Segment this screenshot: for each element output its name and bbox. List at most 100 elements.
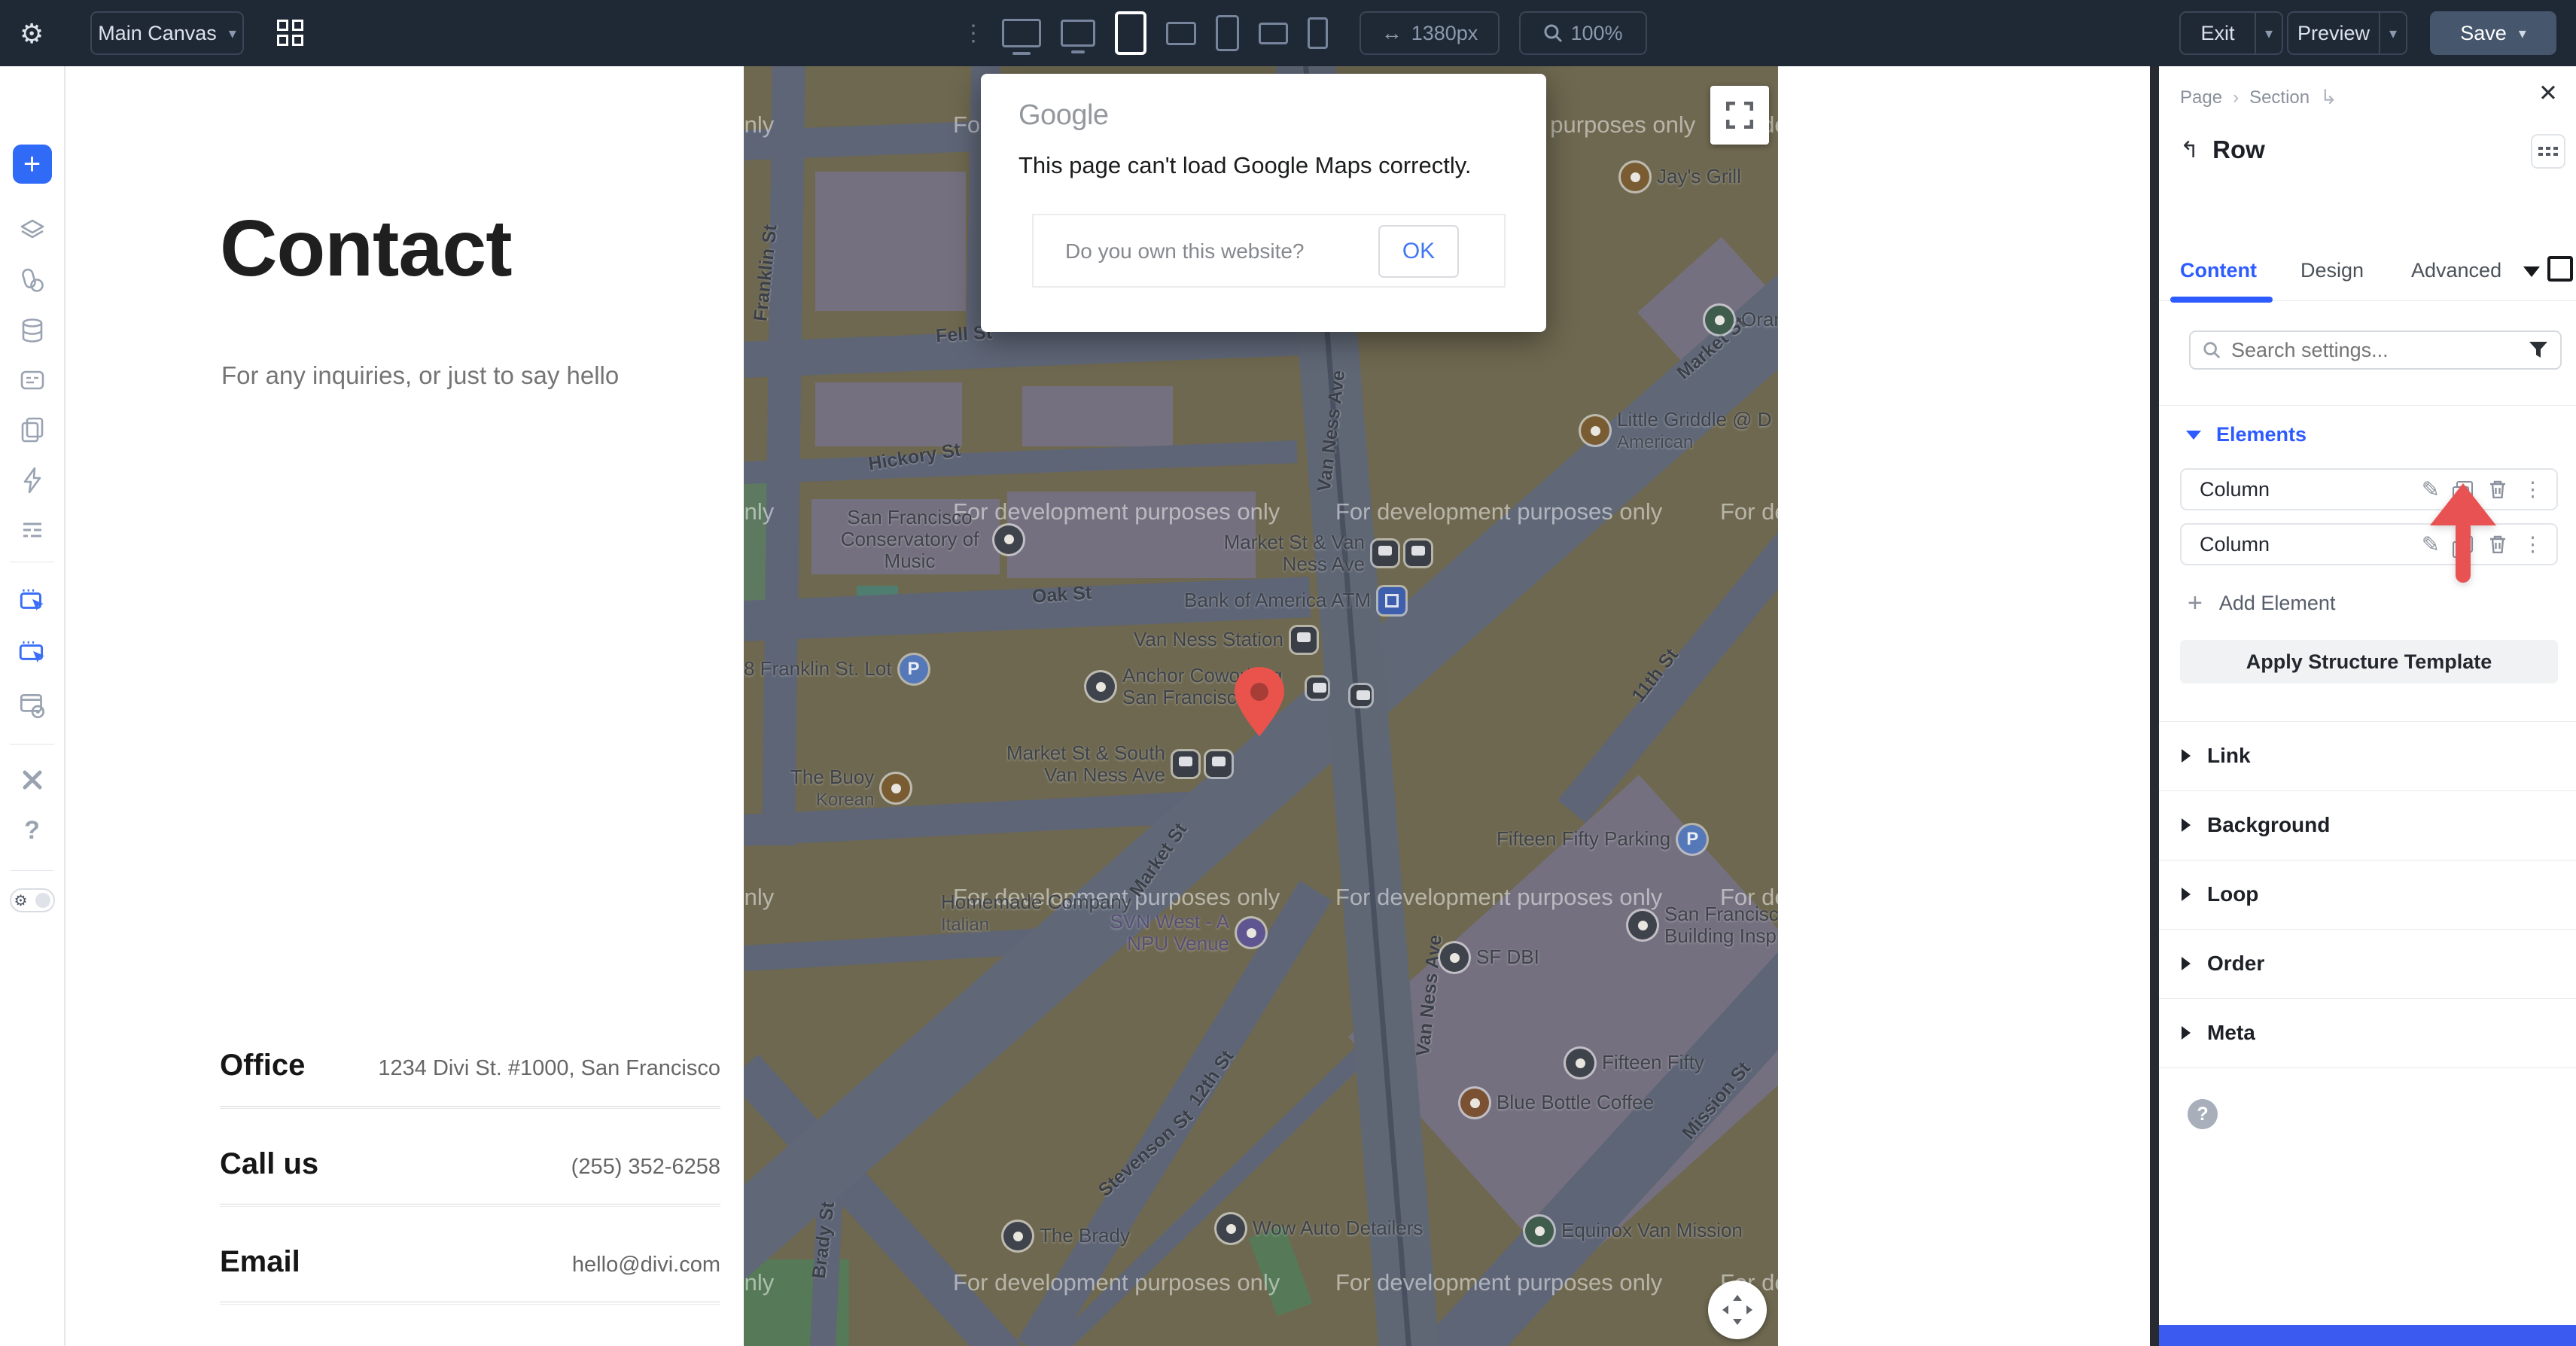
section-background[interactable]: Background bbox=[2182, 813, 2330, 837]
add-element-button[interactable]: + Add Element bbox=[2188, 590, 2335, 616]
tools-button[interactable] bbox=[0, 765, 64, 795]
elements-section-header[interactable]: Elements bbox=[2186, 423, 2307, 446]
map-pin-icon[interactable] bbox=[1235, 667, 1284, 736]
section-loop[interactable]: Loop bbox=[2182, 882, 2258, 906]
select-module-icon bbox=[17, 586, 48, 617]
section-order[interactable]: Order bbox=[2182, 952, 2264, 976]
map-poi[interactable]: 8 Franklin St. Lot P bbox=[744, 655, 928, 684]
map-fullscreen-button[interactable] bbox=[1710, 86, 1769, 145]
grid-view-icon[interactable] bbox=[277, 20, 303, 46]
map-watermark: For development purposes only bbox=[1335, 884, 1662, 911]
exit-label: Exit bbox=[2181, 22, 2255, 45]
device-phone-landscape[interactable] bbox=[1259, 23, 1288, 44]
select-row-tool[interactable] bbox=[0, 637, 64, 668]
contact-label: Hours bbox=[220, 1343, 307, 1346]
map-poi[interactable]: SVN West - A NPU Venue bbox=[1105, 911, 1265, 955]
section-meta[interactable]: Meta bbox=[2182, 1021, 2255, 1045]
search-icon bbox=[2203, 341, 2221, 359]
drag-dots-icon[interactable]: ⋮ bbox=[962, 20, 985, 47]
canvas-selector[interactable]: Main Canvas ▾ bbox=[90, 11, 244, 55]
map-poi[interactable]: Van Ness Station bbox=[1134, 627, 1317, 653]
map-poi[interactable]: San Francisco Building Insp bbox=[1628, 903, 1778, 947]
exit-button[interactable]: Exit ▾ bbox=[2179, 11, 2283, 55]
select-module-tool[interactable] bbox=[0, 586, 64, 617]
contact-value: 1234 Divi St. #1000, San Francisco bbox=[378, 1056, 720, 1081]
government-icon bbox=[1628, 911, 1657, 939]
design-presets-button[interactable] bbox=[0, 266, 64, 296]
tab-advanced[interactable]: Advanced bbox=[2411, 259, 2501, 282]
plus-icon: + bbox=[13, 145, 52, 184]
kebab-menu-icon[interactable]: ⋮ bbox=[2523, 478, 2543, 501]
gear-icon[interactable]: ⚙ bbox=[20, 18, 44, 50]
lightning-icon bbox=[17, 465, 47, 495]
map-poi[interactable]: Fifteen Fifty Parking P bbox=[1497, 825, 1707, 854]
map-poi[interactable]: Wow Auto Detailers bbox=[1216, 1214, 1423, 1243]
device-scope-icon[interactable] bbox=[2547, 256, 2573, 282]
help-icon: ? bbox=[2197, 1104, 2208, 1125]
map-poi[interactable]: Oran bbox=[1705, 306, 1778, 334]
map-poi[interactable]: Fifteen Fifty bbox=[1566, 1049, 1704, 1077]
module-library-button[interactable] bbox=[0, 365, 64, 395]
select-row-icon bbox=[17, 637, 48, 668]
map-poi[interactable]: Market St & Van Ness Ave bbox=[1210, 531, 1431, 575]
copy-styles-button[interactable] bbox=[0, 415, 64, 445]
device-desktop-large[interactable] bbox=[1002, 19, 1041, 47]
device-tablet-small[interactable] bbox=[1166, 22, 1196, 45]
save-button[interactable]: Save ▾ bbox=[2430, 11, 2556, 55]
device-desktop[interactable] bbox=[1061, 20, 1095, 47]
layers-button[interactable] bbox=[0, 215, 64, 245]
close-icon[interactable]: ✕ bbox=[2538, 80, 2558, 107]
map-poi[interactable]: The Buoy Korean bbox=[790, 766, 910, 811]
preview-mode-button[interactable] bbox=[0, 690, 64, 721]
settings-toggle[interactable]: ⚙ bbox=[0, 888, 64, 912]
contact-label: Call us bbox=[220, 1147, 318, 1181]
transit-icon bbox=[1291, 627, 1317, 653]
element-column-row[interactable]: Column ✎ ⋮ bbox=[2180, 523, 2558, 565]
drag-handle-button[interactable] bbox=[2531, 134, 2565, 169]
tab-design[interactable]: Design bbox=[2300, 259, 2364, 282]
exit-chevron-icon[interactable]: ▾ bbox=[2255, 13, 2282, 53]
map-poi[interactable]: Little Griddle @ D American bbox=[1581, 409, 1772, 453]
dynamic-content-button[interactable] bbox=[0, 465, 64, 495]
database-button[interactable] bbox=[0, 316, 64, 346]
map-pan-button[interactable] bbox=[1708, 1281, 1767, 1339]
map-poi[interactable]: Homemade Company Italian bbox=[941, 891, 1131, 936]
device-phone[interactable] bbox=[1216, 15, 1239, 51]
contact-value: (255) 352-6258 bbox=[571, 1155, 720, 1180]
map-poi[interactable]: The Brady bbox=[1003, 1222, 1130, 1250]
map-poi[interactable]: SF DBI bbox=[1440, 943, 1539, 972]
section-link[interactable]: Link bbox=[2182, 744, 2251, 768]
canvas-width-control[interactable]: ↔ 1380px bbox=[1360, 11, 1500, 55]
width-arrows-icon: ↔ bbox=[1381, 21, 1402, 45]
element-column-row[interactable]: Column ✎ ⋮ bbox=[2180, 468, 2558, 510]
back-arrow-icon[interactable]: ↰ bbox=[2180, 137, 2199, 163]
map-poi[interactable]: Jay's Grill bbox=[1621, 163, 1741, 191]
panel-help-button[interactable]: ? bbox=[2188, 1099, 2218, 1129]
parking-icon: P bbox=[1678, 825, 1707, 854]
add-module-button[interactable]: + bbox=[0, 145, 64, 184]
map-poi[interactable]: Market St & South Van Ness Ave bbox=[1003, 742, 1232, 786]
tab-content[interactable]: Content bbox=[2180, 259, 2257, 282]
breadcrumb-section[interactable]: Section bbox=[2249, 87, 2310, 108]
preview-chevron-icon[interactable]: ▾ bbox=[2379, 13, 2406, 53]
map-poi[interactable]: Equinox Van Mission bbox=[1525, 1217, 1743, 1245]
help-button[interactable]: ? bbox=[0, 816, 64, 845]
search-settings-box[interactable] bbox=[2189, 330, 2562, 370]
device-tablet-active[interactable] bbox=[1115, 11, 1146, 55]
apply-structure-template-button[interactable]: Apply Structure Template bbox=[2180, 640, 2558, 684]
ok-button[interactable]: OK bbox=[1378, 225, 1459, 278]
search-input[interactable] bbox=[2230, 338, 2529, 363]
filter-funnel-icon[interactable] bbox=[2529, 341, 2548, 359]
preview-button[interactable]: Preview ▾ bbox=[2287, 11, 2407, 55]
zoom-control[interactable]: 100% bbox=[1519, 11, 1647, 55]
breadcrumb-page[interactable]: Page bbox=[2180, 87, 2222, 108]
business-icon bbox=[1440, 943, 1469, 972]
rows-structure-button[interactable] bbox=[0, 516, 64, 546]
map-poi[interactable]: Blue Bottle Coffee bbox=[1460, 1089, 1654, 1117]
device-phone-small[interactable] bbox=[1308, 17, 1328, 49]
map-poi[interactable]: Bank of America ATM bbox=[1184, 587, 1405, 614]
kebab-menu-icon[interactable]: ⋮ bbox=[2523, 533, 2543, 556]
map-poi[interactable]: San Francisco Conservatory of Music bbox=[833, 507, 1023, 572]
tabs-chevron-icon[interactable] bbox=[2523, 266, 2540, 277]
panel-resize-bar[interactable] bbox=[2150, 66, 2159, 1346]
